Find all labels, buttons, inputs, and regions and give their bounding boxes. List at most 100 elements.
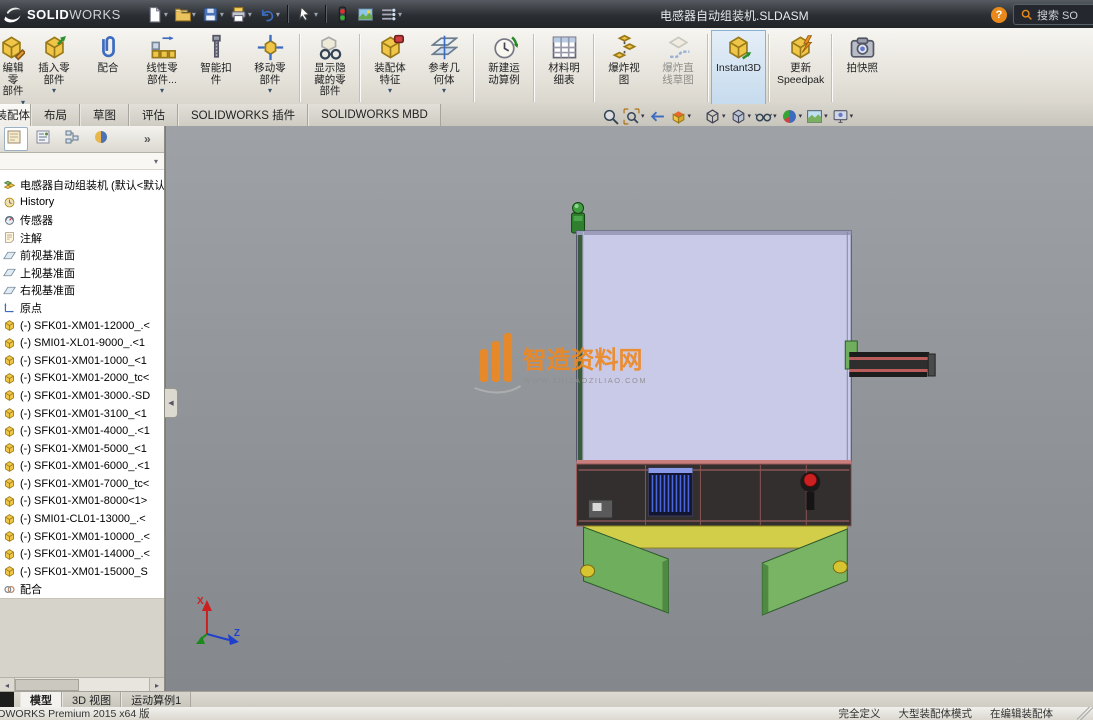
property-manager-tab[interactable] <box>33 127 57 151</box>
ribbon-button-mate[interactable]: 配合 <box>81 30 135 106</box>
appearance-icon <box>357 6 374 23</box>
tree-item[interactable]: (-) SMI01-XL01-9000_.<1 <box>3 334 164 352</box>
ribbon-button-edit-component[interactable]: 编辑零 部件▾ <box>0 30 27 106</box>
ribbon-button-take-snapshot[interactable]: 拍快照 <box>835 30 889 106</box>
status-bar: SOLIDWORKS Premium 2015 x64 版 完全定义大型装配体模… <box>0 707 1093 720</box>
stack-light-indicator[interactable] <box>572 203 585 234</box>
scroll-right-button[interactable]: ▸ <box>149 678 164 692</box>
ribbon-button-move-component[interactable]: 移动零 部件▾ <box>243 30 297 106</box>
zoom-area-button[interactable]: ▾ <box>621 107 647 126</box>
select-button[interactable]: ▾ <box>293 4 321 25</box>
feature-manager-tab[interactable] <box>4 127 28 151</box>
ribbon-button-new-motion-study[interactable]: 新建运 动算例 <box>477 30 531 106</box>
scroll-thumb[interactable] <box>15 679 79 691</box>
undo-button[interactable]: ▾ <box>255 4 283 25</box>
flyout-row: ▾ <box>0 153 164 170</box>
tree-item[interactable]: 原点 <box>3 299 164 317</box>
tree-item[interactable]: 上视基准面 <box>3 264 164 282</box>
display-manager-tab[interactable] <box>91 127 115 151</box>
ribbon-button-reference-geometry[interactable]: 参考几 何体▾ <box>417 30 471 106</box>
appearance-button[interactable] <box>354 4 377 25</box>
tab-model[interactable]: 模型 <box>20 692 62 707</box>
dropdown-caret-icon: ▾ <box>824 112 828 120</box>
save-button[interactable]: ▾ <box>199 4 227 25</box>
tree-item[interactable]: (-) SFK01-XM01-5000_<1 <box>3 440 164 458</box>
panel-collapse-button[interactable]: ◀ <box>165 388 178 418</box>
tree-item[interactable]: 电感器自动组装机 (默认<默认 <box>3 176 164 194</box>
panel-horizontal-scrollbar[interactable]: ◂ ▸ <box>0 677 164 692</box>
machine-skirt[interactable] <box>581 526 848 615</box>
tree-item[interactable]: (-) SFK01-XM01-1000_<1 <box>3 352 164 370</box>
tree-item[interactable]: (-) SFK01-XM01-10000_.< <box>3 528 164 546</box>
tab-solidworks-add-ins[interactable]: SOLIDWORKS 插件 <box>178 104 308 126</box>
tree-item[interactable]: 注解 <box>3 229 164 247</box>
graphics-viewport[interactable]: 智造资料网 WWW.ZHIZAOZILIAO.COM X Z <box>165 126 1093 692</box>
ribbon-button-explode-line-sketch[interactable]: 爆炸直 线草图 <box>651 30 705 106</box>
tab-3d-views[interactable]: 3D 视图 <box>62 692 121 707</box>
apply-scene-button[interactable]: ▾ <box>804 107 830 126</box>
tree-item[interactable]: (-) SFK01-XM01-3000.-SD <box>3 387 164 405</box>
toolbar-separator <box>287 5 289 23</box>
view-settings-button[interactable]: ▾ <box>830 107 856 126</box>
tree-item[interactable]: (-) SFK01-XM01-7000_tc< <box>3 475 164 493</box>
tree-item[interactable]: History <box>3 194 164 212</box>
tab-evaluate[interactable]: 评估 <box>129 104 178 126</box>
ribbon-button-assembly-features[interactable]: 装配体 特征▾ <box>363 30 417 106</box>
flyout-caret-icon[interactable]: ▾ <box>154 157 158 166</box>
help-button[interactable]: ? <box>991 7 1007 23</box>
titlebar-right: ? 搜索 SO <box>991 4 1093 25</box>
tree-item-label: (-) SFK01-XM01-3000.-SD <box>20 390 150 402</box>
view-orientation-button[interactable]: ▾ <box>702 107 728 126</box>
open-button[interactable]: ▾ <box>171 4 199 25</box>
app-name: SOLIDWORKS <box>27 7 121 22</box>
tree-item[interactable]: (-) SFK01-XM01-2000_tc< <box>3 370 164 388</box>
tree-item[interactable]: (-) SFK01-XM01-14000_.< <box>3 545 164 563</box>
tab-solidworks-mbd[interactable]: SOLIDWORKS MBD <box>308 104 441 126</box>
ribbon-button-exploded-view[interactable]: 爆炸视 图 <box>597 30 651 106</box>
tree-item[interactable]: (-) SFK01-XM01-15000_S <box>3 563 164 581</box>
options-button[interactable]: ▾ <box>377 4 405 25</box>
new-button[interactable]: ▾ <box>143 4 171 25</box>
section-view-button[interactable]: ▾ <box>668 107 694 126</box>
part-icon <box>3 354 16 367</box>
tree-item[interactable]: (-) SFK01-XM01-8000<1> <box>3 493 164 511</box>
ribbon-button-linear-pattern[interactable]: 线性零 部件...▾ <box>135 30 189 106</box>
tree-item[interactable]: (-) SMI01-CL01-13000_.< <box>3 510 164 528</box>
tree-item[interactable]: (-) SFK01-XM01-12000_.< <box>3 317 164 335</box>
tree-item[interactable]: 右视基准面 <box>3 282 164 300</box>
machine-base-section[interactable] <box>577 460 852 526</box>
hide-show-items-button[interactable]: ▾ <box>753 107 779 126</box>
zoom-fit-button[interactable] <box>600 107 621 126</box>
ribbon-button-insert-component[interactable]: 插入零 部件▾ <box>27 30 81 106</box>
panel-expand-chevron[interactable]: » <box>144 132 151 146</box>
tab-assembly[interactable]: 装配体 <box>0 104 31 126</box>
scroll-left-button[interactable]: ◂ <box>0 678 15 692</box>
previous-view-button[interactable] <box>647 107 668 126</box>
display-style-button[interactable]: ▾ <box>728 107 754 126</box>
configuration-manager-tab[interactable] <box>62 127 86 151</box>
side-conveyor-rail[interactable] <box>845 341 935 377</box>
plane-icon <box>3 284 16 297</box>
tab-motion-study-1[interactable]: 运动算例1 <box>121 692 191 707</box>
tree-item[interactable]: 传感器 <box>3 211 164 229</box>
assembly-model: 智造资料网 WWW.ZHIZAOZILIAO.COM X Z <box>166 126 1093 692</box>
rebuild-button[interactable] <box>331 4 354 25</box>
tree-item[interactable]: (-) SFK01-XM01-4000_.<1 <box>3 422 164 440</box>
edit-appearance-button[interactable]: ▾ <box>779 107 805 126</box>
tab-layout[interactable]: 布局 <box>31 104 80 126</box>
assembly-icon <box>3 178 16 191</box>
tab-sketch[interactable]: 草图 <box>80 104 129 126</box>
dropdown-caret-icon: ▾ <box>160 87 164 95</box>
tree-item[interactable]: (-) SFK01-XM01-3100_<1 <box>3 405 164 423</box>
search-box[interactable]: 搜索 SO <box>1013 4 1093 25</box>
ribbon-button-smart-fasteners[interactable]: 智能扣 件 <box>189 30 243 106</box>
tree-item[interactable]: 前视基准面 <box>3 246 164 264</box>
tree-item[interactable]: (-) SFK01-XM01-6000_.<1 <box>3 458 164 476</box>
blue-card-rack <box>648 468 692 516</box>
print-button[interactable]: ▾ <box>227 4 255 25</box>
ribbon-button-update-speedpak[interactable]: 更新 Speedpak <box>772 30 829 106</box>
tree-item[interactable]: 配合 <box>3 581 164 599</box>
ribbon-button-bill-of-materials[interactable]: 材料明 细表 <box>537 30 591 106</box>
ribbon-button-show-hidden-components[interactable]: 显示隐 藏的零 部件 <box>303 30 357 106</box>
ribbon-button-instant3d[interactable]: Instant3D <box>711 30 766 106</box>
